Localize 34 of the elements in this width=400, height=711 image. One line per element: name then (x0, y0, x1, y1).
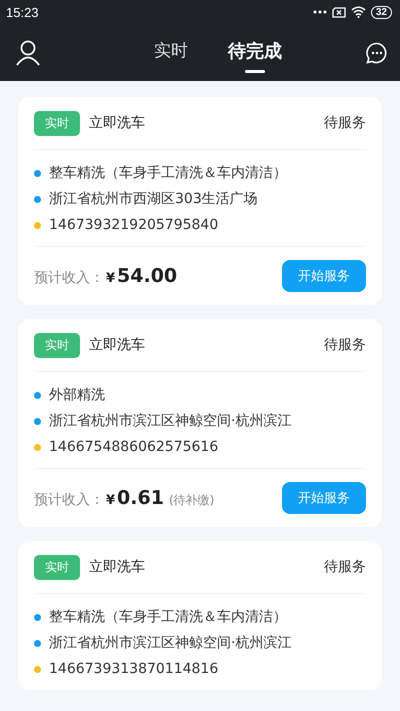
order-detail: 1467393219205795840 (49, 216, 218, 234)
order-detail: 整车精洗（车身手工清洗＆车内清洁） (49, 164, 287, 182)
tab[interactable]: 待完成 (228, 32, 282, 72)
order-detail: 外部精洗 (49, 386, 105, 404)
income-label: 预计收入： (34, 269, 104, 287)
order-detail: 浙江省杭州市滨江区神鲸空间·杭州滨江 (49, 634, 292, 652)
no-sim-icon (332, 6, 346, 18)
user-icon[interactable] (16, 40, 40, 66)
order-tag: 实时 (34, 110, 80, 136)
wifi-icon (350, 6, 366, 18)
tab[interactable]: 实时 (154, 32, 188, 72)
clock: 15:23 (6, 4, 40, 20)
income-label: 预计收入： (34, 491, 104, 509)
order-title: 立即洗车 (89, 114, 146, 132)
order-detail: 1466754886062575616 (49, 438, 218, 456)
income-amount: 54.00 (117, 265, 178, 287)
payment-note: (待补缴) (168, 492, 214, 509)
income-amount: 0.61 (117, 487, 164, 509)
order-detail: 1466739313870114816 (49, 660, 218, 678)
currency-sign: ¥ (106, 493, 116, 508)
order-title: 立即洗车 (89, 336, 146, 354)
order-status: 待服务 (324, 114, 366, 132)
order-detail: 浙江省杭州市滨江区神鲸空间·杭州滨江 (49, 412, 292, 430)
order-detail: 整车精洗（车身手工清洗＆车内清洁） (49, 608, 287, 626)
order-title: 立即洗车 (89, 558, 146, 576)
chat-icon[interactable] (366, 42, 388, 64)
order-tag: 实时 (34, 332, 80, 358)
order-detail: 浙江省杭州市西湖区303生活广场 (49, 190, 258, 208)
battery-level: 32 (370, 6, 392, 18)
order-status: 待服务 (324, 558, 366, 576)
order-status: 待服务 (324, 336, 366, 354)
more-icon (312, 10, 327, 14)
order-tag: 实时 (34, 554, 80, 580)
currency-sign: ¥ (106, 271, 116, 286)
